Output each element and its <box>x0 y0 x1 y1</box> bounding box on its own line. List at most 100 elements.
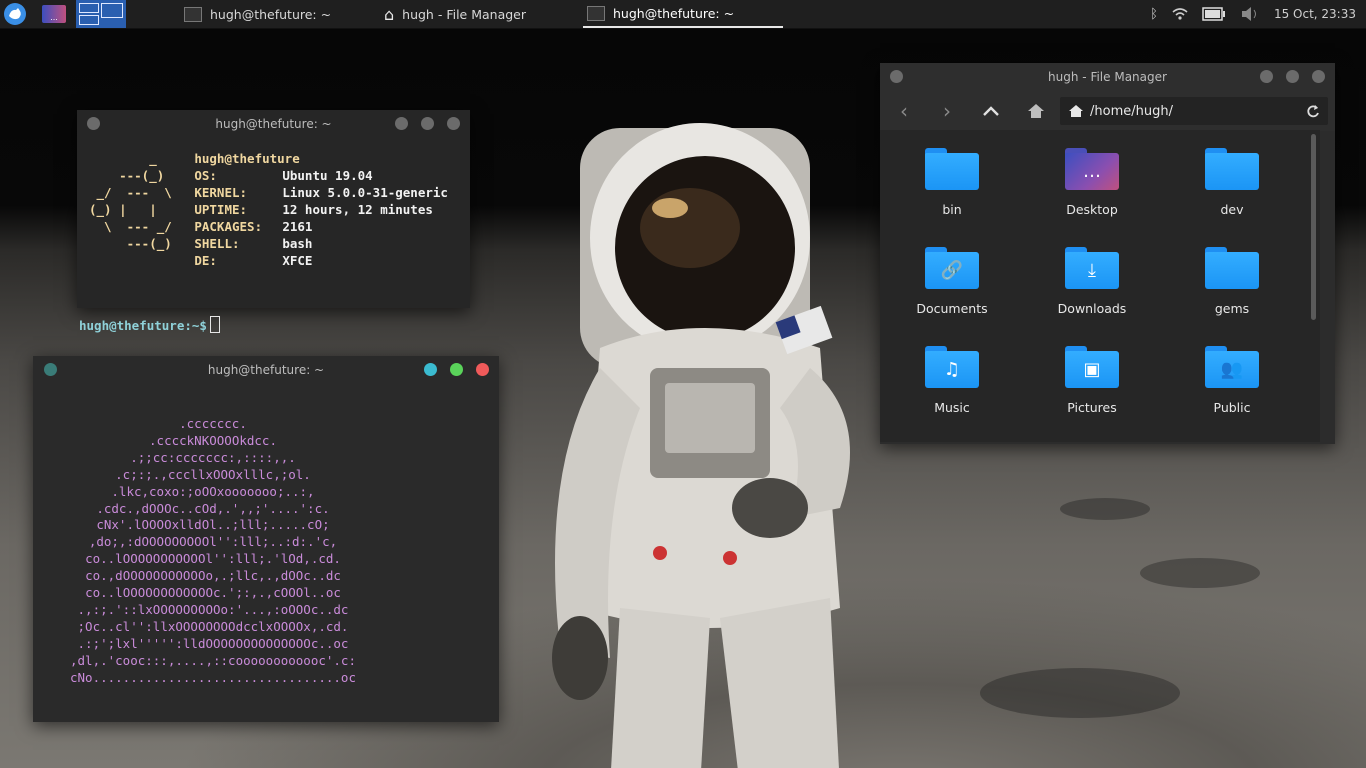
file-item[interactable]: ⤓ Downloads <box>1032 247 1152 316</box>
ascii-art-line: cNx'.lOOOOxlldOl..;lll;.....cO; <box>96 517 330 533</box>
file-item[interactable]: ♫ Music <box>892 346 1012 415</box>
ascii-art-line: .:;';lxl''''':lldOOOOOOOOOOOOOOc..oc <box>77 635 349 651</box>
info-key: OS: <box>194 168 217 183</box>
minimize-button[interactable] <box>395 117 408 130</box>
fetch-line: ---(_) SHELL: bash <box>89 235 448 252</box>
maximize-button[interactable] <box>421 117 434 130</box>
info-key: KERNEL: <box>194 185 248 200</box>
window-menu-button[interactable] <box>87 117 100 130</box>
minimize-button[interactable] <box>424 363 437 376</box>
downloads-folder-icon: ⤓ <box>1065 247 1119 289</box>
workspace-2[interactable] <box>101 3 123 18</box>
text-cursor <box>209 316 220 333</box>
workspace-1[interactable] <box>79 3 99 25</box>
close-button[interactable] <box>447 117 460 130</box>
close-button[interactable] <box>1312 70 1325 83</box>
up-button[interactable] <box>977 98 1005 124</box>
ascii-art-line: .lkc,coxo:;oOOxooooooo;..:, <box>111 483 315 499</box>
home-icon <box>1028 104 1044 118</box>
info-value: 12 hours, 12 minutes <box>282 202 433 217</box>
titlebar[interactable]: hugh - File Manager <box>880 63 1335 91</box>
prompt-text: hugh@thefuture:~$ <box>79 318 207 333</box>
scrollbar[interactable] <box>1311 134 1316 320</box>
file-item[interactable]: ▣ Pictures <box>1032 346 1152 415</box>
titlebar[interactable]: hugh@thefuture: ~ <box>33 356 499 384</box>
terminal-window-art[interactable]: hugh@thefuture: ~ .ccccccc. .cccckNKOOOOk… <box>33 356 499 722</box>
fetch-line: _/ --- \ KERNEL: Linux 5.0.0-31-generic <box>89 184 448 201</box>
ascii-art-line: .c;:;.,cccllxOOOxlllc,;ol. <box>115 466 311 482</box>
whisker-menu-button[interactable] <box>0 0 30 28</box>
volume-icon[interactable] <box>1240 6 1260 22</box>
toolbar: ‹ › /home/hugh/ <box>880 91 1335 131</box>
window-menu-button[interactable] <box>890 70 903 83</box>
task-file-manager[interactable]: ⌂ hugh - File Manager <box>384 0 584 28</box>
file-item[interactable]: bin <box>892 148 1012 217</box>
fetch-line: ---(_) OS: Ubuntu 19.04 <box>89 167 448 184</box>
close-button[interactable] <box>476 363 489 376</box>
info-value: XFCE <box>282 253 313 268</box>
task-terminal-2[interactable]: hugh@thefuture: ~ <box>583 0 783 28</box>
bluetooth-icon[interactable]: ᛒ <box>1150 7 1158 22</box>
terminal-window-fetch[interactable]: hugh@thefuture: ~ _ hugh@thefuture ---(_… <box>77 110 470 333</box>
task-label: hugh@thefuture: ~ <box>210 6 332 22</box>
logo-line: (_) | | <box>89 202 195 217</box>
task-label: hugh@thefuture: ~ <box>613 5 735 21</box>
logo-line <box>89 253 194 268</box>
info-value: 2161 <box>282 219 313 234</box>
astronaut-image <box>552 123 850 768</box>
system-tray: ᛒ 15 Oct, 23:33 <box>1150 0 1366 28</box>
fetch-line: (_) | | UPTIME: 12 hours, 12 minutes <box>89 201 448 218</box>
titlebar[interactable]: hugh@thefuture: ~ <box>77 110 470 138</box>
show-desktop-button[interactable]: ... <box>36 0 72 28</box>
shell-prompt: hugh@thefuture:~$ <box>79 316 220 333</box>
file-item-label: Downloads <box>1057 301 1127 316</box>
file-item[interactable]: gems <box>1172 247 1292 316</box>
ascii-art-line: .,:;.'::lxOOOOOOOOOo:'...,:oOOOc..dc <box>77 601 349 617</box>
ascii-art-line: co..lOOOOOOOOOOOl'':lll;.'lOd,.cd. <box>85 551 341 567</box>
xfce-logo-icon <box>4 3 26 25</box>
info-value: Linux 5.0.0-31-generic <box>282 185 448 200</box>
info-value: bash <box>282 236 313 251</box>
maximize-button[interactable] <box>1286 70 1299 83</box>
wifi-icon[interactable] <box>1172 8 1188 20</box>
battery-icon[interactable] <box>1202 7 1226 21</box>
minimize-button[interactable] <box>1260 70 1273 83</box>
file-item[interactable]: dev <box>1172 148 1292 217</box>
file-item-label: bin <box>942 202 962 217</box>
user-host: hugh@thefuture <box>194 151 300 166</box>
location-bar[interactable]: /home/hugh/ <box>1060 97 1328 125</box>
public-folder-icon: 👥 <box>1205 346 1259 388</box>
logo-line: _ <box>89 151 195 166</box>
home-icon <box>1069 105 1083 117</box>
logo-line: ---(_) <box>89 168 195 183</box>
logo-line: _/ --- \ <box>89 185 195 200</box>
file-item-label: gems <box>1214 301 1250 316</box>
back-button[interactable]: ‹ <box>890 98 918 124</box>
file-manager-window[interactable]: hugh - File Manager ‹ › /home/hugh/ bin …… <box>880 63 1335 444</box>
chevron-up-icon <box>983 106 999 116</box>
window-menu-button[interactable] <box>44 363 57 376</box>
home-button[interactable] <box>1022 98 1050 124</box>
info-key: DE: <box>194 253 217 268</box>
file-item[interactable]: … Desktop <box>1032 148 1152 217</box>
fetch-output: _ hugh@thefuture ---(_) OS: Ubuntu 19.04 … <box>77 136 448 269</box>
ascii-art-output: .ccccccc. .cccckNKOOOOkdcc. .;;cc:ccccccc:… <box>33 416 393 687</box>
ascii-art-line: co..lOOOOOOOOOOOOc.';:,.,cOOOl..oc <box>85 585 341 601</box>
pictures-folder-icon: ▣ <box>1065 346 1119 388</box>
task-terminal-1[interactable]: hugh@thefuture: ~ <box>184 0 384 28</box>
file-icon-view[interactable]: bin … Desktop dev 🔗 Documents ⤓ Downloads gems ♫ M… <box>880 130 1320 442</box>
maximize-button[interactable] <box>450 363 463 376</box>
info-key: UPTIME: <box>194 202 248 217</box>
clock[interactable]: 15 Oct, 23:33 <box>1274 7 1356 21</box>
workspace-switcher[interactable] <box>76 0 126 28</box>
fetch-line: \ --- _/ PACKAGES: 2161 <box>89 218 448 235</box>
info-key: PACKAGES: <box>194 219 263 234</box>
terminal-icon <box>587 5 605 21</box>
file-item-label: Desktop <box>1066 202 1118 217</box>
desktop-icon: ... <box>42 5 66 23</box>
forward-button[interactable]: › <box>933 98 961 124</box>
terminal-output[interactable]: _ hugh@thefuture ---(_) OS: Ubuntu 19.04 … <box>77 136 470 333</box>
file-item[interactable]: 👥 Public <box>1172 346 1292 415</box>
file-item[interactable]: 🔗 Documents <box>892 247 1012 316</box>
reload-icon[interactable] <box>1306 104 1320 118</box>
